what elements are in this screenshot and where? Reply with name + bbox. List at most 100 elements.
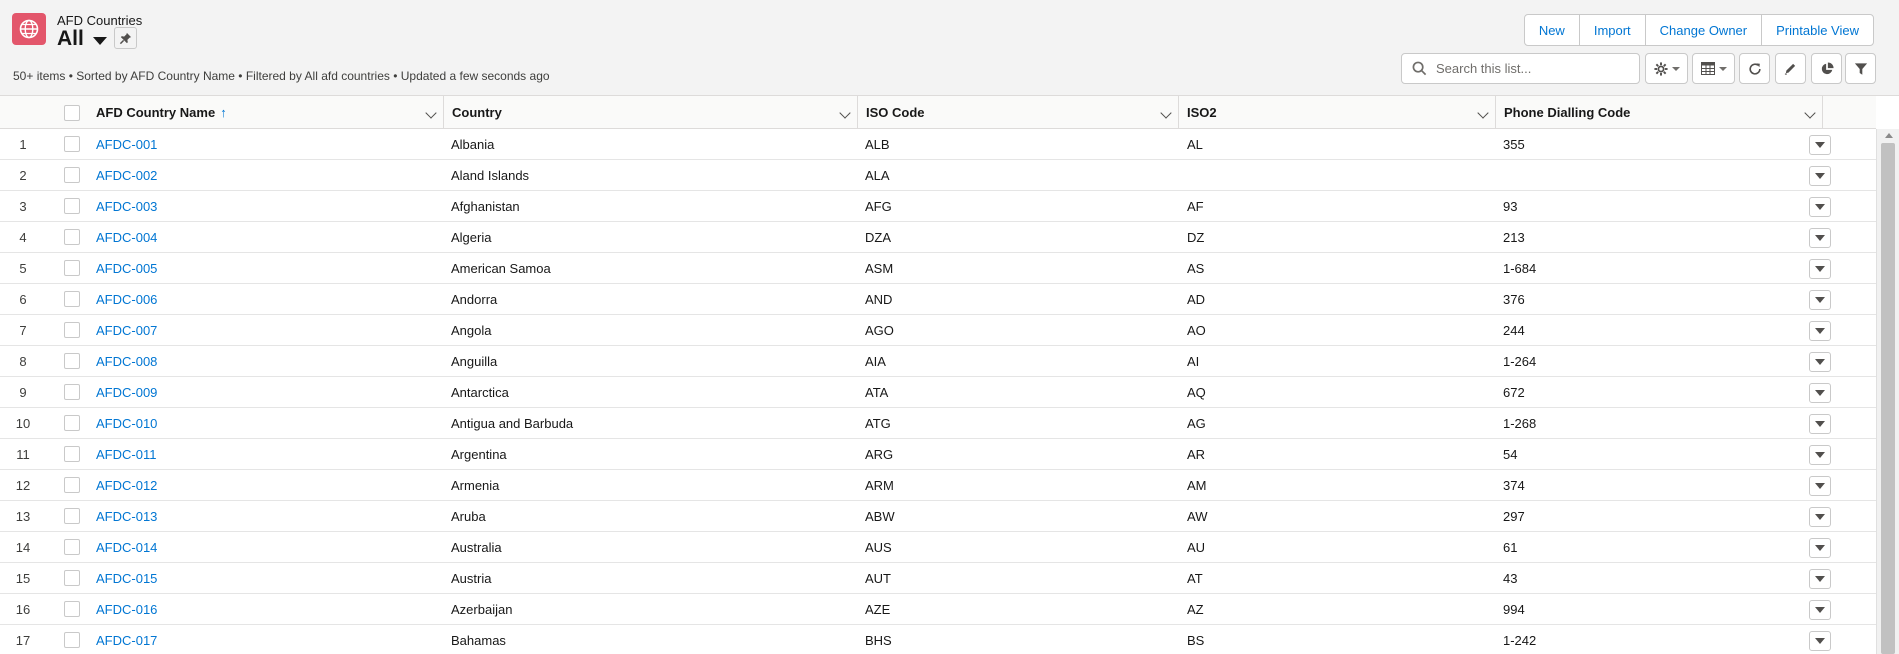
import-button[interactable]: Import (1578, 15, 1645, 45)
row-select-checkbox[interactable] (64, 632, 80, 648)
row-actions-button[interactable] (1809, 166, 1831, 186)
row-select-checkbox[interactable] (64, 136, 80, 152)
chevron-down-icon[interactable] (1160, 107, 1172, 119)
record-name-link[interactable]: AFDC-006 (96, 284, 157, 315)
list-view-selector[interactable]: All (57, 27, 107, 51)
record-name-link[interactable]: AFDC-005 (96, 253, 157, 284)
row-actions-button[interactable] (1809, 507, 1831, 527)
column-header-iso2[interactable]: ISO2 (1178, 96, 1495, 129)
gear-icon (1653, 61, 1668, 76)
record-name-link[interactable]: AFDC-013 (96, 501, 157, 532)
chevron-down-icon[interactable] (1804, 107, 1816, 119)
row-number: 10 (15, 416, 31, 431)
row-select-checkbox[interactable] (64, 446, 80, 462)
column-header-country[interactable]: Country (443, 96, 857, 129)
row-actions-button[interactable] (1809, 352, 1831, 372)
row-actions-button[interactable] (1809, 569, 1831, 589)
row-select-checkbox[interactable] (64, 260, 80, 276)
filters-button[interactable] (1845, 53, 1876, 84)
iso2-cell: AW (1187, 509, 1208, 524)
row-select-checkbox[interactable] (64, 508, 80, 524)
refresh-button[interactable] (1739, 53, 1770, 84)
iso2-cell: AU (1187, 540, 1206, 555)
chevron-down-icon[interactable] (425, 107, 437, 119)
inline-edit-button[interactable] (1775, 53, 1806, 84)
list-view-controls-button[interactable] (1645, 53, 1688, 84)
row-actions-button[interactable] (1809, 476, 1831, 496)
record-name-link[interactable]: AFDC-016 (96, 594, 157, 625)
row-actions-button[interactable] (1809, 290, 1831, 310)
record-name-link[interactable]: AFDC-003 (96, 191, 157, 222)
iso2-cell: AZ (1187, 602, 1204, 617)
phone-dialling-code-cell: 54 (1503, 447, 1518, 462)
record-name-link[interactable]: AFDC-017 (96, 625, 157, 654)
chevron-down-icon[interactable] (1477, 107, 1489, 119)
record-name-link[interactable]: AFDC-002 (96, 160, 157, 191)
charts-button[interactable] (1811, 53, 1842, 84)
record-name-link[interactable]: AFDC-008 (96, 346, 157, 377)
row-actions-button[interactable] (1809, 197, 1831, 217)
country-cell: Andorra (451, 292, 498, 307)
new-button[interactable]: New (1525, 15, 1579, 45)
table-row: 8 AFDC-008 Anguilla AIA AI 1-264 (0, 346, 1876, 377)
select-all-checkbox[interactable] (64, 105, 80, 121)
row-select-checkbox[interactable] (64, 539, 80, 555)
column-header-phone-dialling-code[interactable]: Phone Dialling Code (1495, 96, 1822, 129)
row-actions-button[interactable] (1809, 259, 1831, 279)
row-actions-button[interactable] (1809, 538, 1831, 558)
record-name-link[interactable]: AFDC-012 (96, 470, 157, 501)
row-select-checkbox[interactable] (64, 415, 80, 431)
phone-dialling-code-cell: 994 (1503, 602, 1525, 617)
row-select-checkbox[interactable] (64, 601, 80, 617)
row-number: 7 (19, 323, 27, 338)
record-name-link[interactable]: AFDC-007 (96, 315, 157, 346)
row-select-checkbox[interactable] (64, 229, 80, 245)
row-select-checkbox[interactable] (64, 570, 80, 586)
record-name-link[interactable]: AFDC-004 (96, 222, 157, 253)
row-select-checkbox[interactable] (64, 322, 80, 338)
search-icon (1412, 61, 1428, 77)
row-select-checkbox[interactable] (64, 291, 80, 307)
pin-list-view-button[interactable] (114, 27, 137, 49)
record-name-link[interactable]: AFDC-009 (96, 377, 157, 408)
scrollbar-thumb[interactable] (1881, 143, 1895, 654)
search-input[interactable] (1436, 61, 1626, 76)
chevron-down-icon[interactable] (839, 107, 851, 119)
iso-code-cell: ASM (865, 261, 894, 276)
row-actions-button[interactable] (1809, 631, 1831, 651)
row-actions-button[interactable] (1809, 414, 1831, 434)
iso-code-cell: BHS (865, 633, 892, 648)
record-name-link[interactable]: AFDC-014 (96, 532, 157, 563)
row-actions-button[interactable] (1809, 135, 1831, 155)
row-select-checkbox[interactable] (64, 198, 80, 214)
row-actions-button[interactable] (1809, 228, 1831, 248)
iso2-cell: AG (1187, 416, 1206, 431)
row-select-checkbox[interactable] (64, 353, 80, 369)
vertical-scrollbar[interactable] (1876, 129, 1899, 654)
iso-code-cell: AFG (865, 199, 892, 214)
row-select-checkbox[interactable] (64, 167, 80, 183)
chevron-down-icon (1815, 638, 1825, 644)
row-number: 14 (15, 540, 31, 555)
chevron-down-icon (1815, 514, 1825, 520)
printable-view-button[interactable]: Printable View (1761, 15, 1873, 45)
record-name-link[interactable]: AFDC-011 (96, 439, 156, 470)
row-actions-button[interactable] (1809, 321, 1831, 341)
record-name-link[interactable]: AFDC-010 (96, 408, 157, 439)
column-header-afd-country-name[interactable]: AFD Country Name ↑ (88, 96, 443, 129)
chevron-down-icon (1815, 390, 1825, 396)
row-actions-button[interactable] (1809, 383, 1831, 403)
iso-code-cell: AND (865, 292, 893, 307)
column-header-iso-code[interactable]: ISO Code (857, 96, 1178, 129)
scroll-up-icon[interactable] (1885, 133, 1893, 138)
record-name-link[interactable]: AFDC-001 (96, 129, 157, 160)
table-row: 14 AFDC-014 Australia AUS AU 61 (0, 532, 1876, 563)
row-actions-button[interactable] (1809, 600, 1831, 620)
row-actions-button[interactable] (1809, 445, 1831, 465)
row-select-checkbox[interactable] (64, 477, 80, 493)
change-owner-button[interactable]: Change Owner (1644, 15, 1761, 45)
display-as-button[interactable] (1692, 53, 1735, 84)
row-select-checkbox[interactable] (64, 384, 80, 400)
record-name-link[interactable]: AFDC-015 (96, 563, 157, 594)
country-cell: Bahamas (451, 633, 506, 648)
